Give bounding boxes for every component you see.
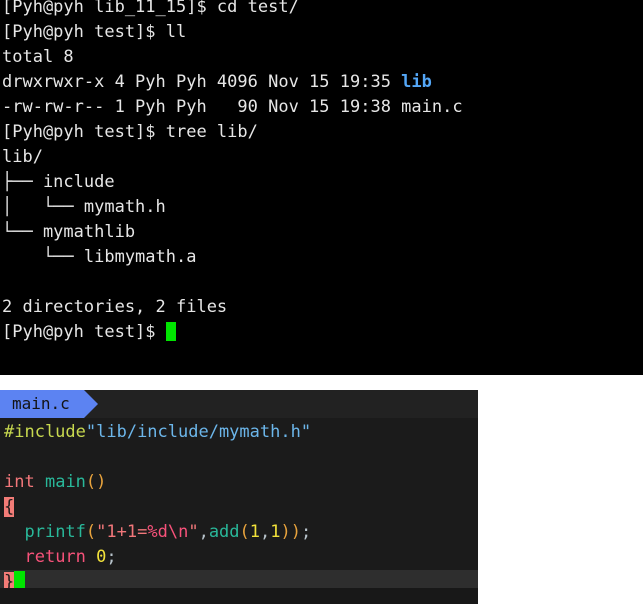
string-literal-start: "1+1= [96,522,148,542]
terminal-line: [Pyh@pyh test]$ ll [2,22,187,42]
terminal-line: lib/ [2,147,43,167]
terminal-line: [Pyh@pyh lib_11_15]$ cd test/ [2,0,299,17]
open-paren-2: ( [239,522,250,542]
function-call-add: add [208,522,240,542]
return-type-keyword: int [4,472,35,492]
statement-semicolon: ; [301,522,312,542]
function-parens: () [85,472,107,492]
terminal-line: │ └── mymath.h [2,197,166,217]
argument-comma: , [198,522,209,542]
code-line-printf: printf("1+1=%d\n",add(1,1)); [0,520,478,545]
terminal-line: └── mymathlib [2,222,136,242]
number-literal-2: 1 [270,522,281,542]
code-editor-pane[interactable]: main.c #include"lib/include/mymath.h" in… [0,390,478,604]
tab-main-c[interactable]: main.c [0,390,98,418]
string-literal-end: " [188,522,199,542]
code-line-open-brace: { [0,495,478,520]
include-header-path: "lib/include/mymath.h" [85,422,312,442]
terminal-pane[interactable]: [Pyh@pyh lib_11_15]$ vim main.c [Pyh@pyh… [0,0,643,375]
terminal-line: total 8 [2,47,74,67]
ls-entry-directory-name: lib [401,72,432,92]
code-line-return: return 0; [0,545,478,570]
matching-open-brace: { [4,497,15,517]
terminal-prompt: [Pyh@pyh test]$ [2,322,166,342]
terminal-line: └── libmymath.a [2,247,197,267]
terminal-prompt-line: [Pyh@pyh test]$ [2,320,643,345]
editor-tab-bar: main.c [0,390,478,418]
terminal-cursor [165,322,176,341]
function-call-printf: printf [24,522,86,542]
terminal-line: -rw-rw-r-- 1 Pyh Pyh 90 Nov 15 19:38 mai… [2,97,463,117]
editor-status-bar [0,588,478,604]
open-paren: ( [85,522,97,542]
return-keyword: return [24,547,86,567]
code-line-include: #include"lib/include/mymath.h" [0,420,478,445]
preprocessor-directive: #include [4,422,86,442]
statement-semicolon: ; [106,547,117,567]
terminal-line-summary: 2 directories, 2 files [2,297,228,317]
format-specifier: %d [147,522,168,542]
escape-sequence: \n [167,522,189,542]
return-value: 0 [96,547,107,567]
code-line-main-signature: int main() [0,470,478,495]
terminal-line-ls-dir: drwxrwxr-x 4 Pyh Pyh 4096 Nov 15 19:35 l… [2,70,643,95]
code-area[interactable]: #include"lib/include/mymath.h" int main(… [0,418,478,595]
terminal-line: [Pyh@pyh test]$ tree lib/ [2,122,258,142]
close-parens: )) [280,522,302,542]
terminal-line: ├── include [2,172,115,192]
function-name-main: main [44,472,86,492]
number-literal-1: 1 [249,522,261,542]
pane-divider [0,375,643,390]
ls-entry-prefix: drwxrwxr-x 4 Pyh Pyh 4096 Nov 15 19:35 [2,72,402,92]
argument-comma-2: , [260,522,271,542]
